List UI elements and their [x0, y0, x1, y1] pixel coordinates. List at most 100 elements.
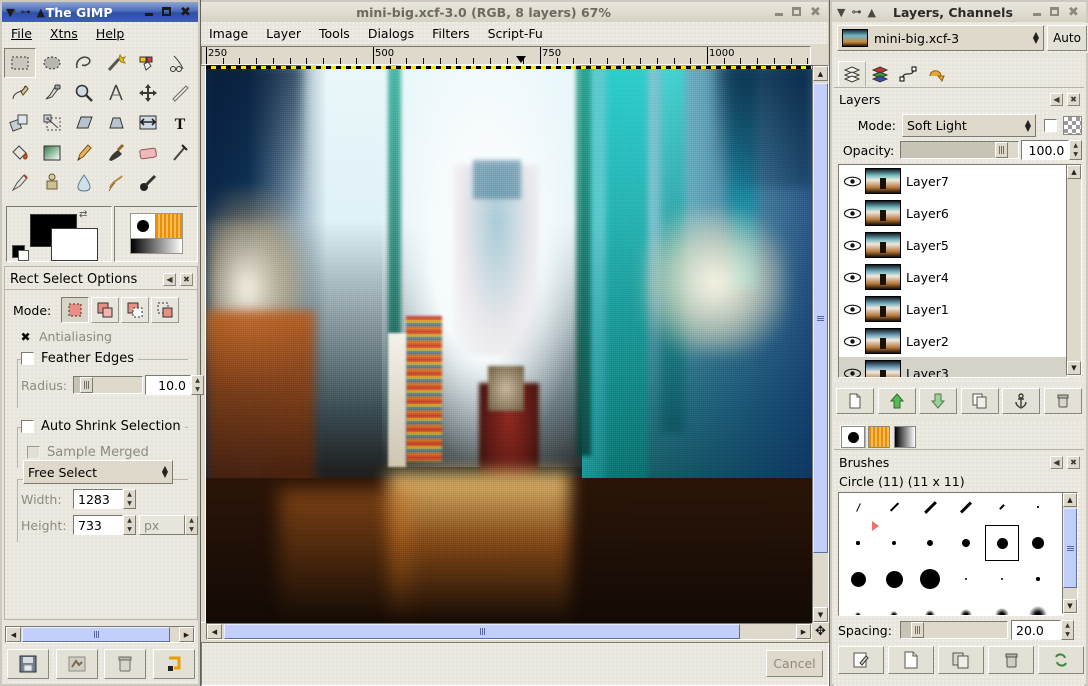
- brush-item[interactable]: [985, 525, 1019, 561]
- tab-layers[interactable]: [838, 61, 866, 87]
- minimize-icon[interactable]: [1032, 7, 1043, 18]
- lock-alpha-checkbox[interactable]: [1044, 119, 1057, 132]
- refresh-brushes-button[interactable]: [1038, 646, 1084, 674]
- color-picker-tool[interactable]: [36, 78, 68, 108]
- layers-list-vscrollbar[interactable]: ▲ ▼: [1066, 164, 1082, 376]
- shade-up-icon[interactable]: ▲: [867, 6, 875, 19]
- width-field[interactable]: 1283: [73, 489, 123, 509]
- bucket-fill-tool[interactable]: [4, 138, 36, 168]
- layers-buttonbar[interactable]: [836, 386, 1082, 416]
- table-row[interactable]: Layer2: [839, 325, 1067, 357]
- minimize-icon[interactable]: [774, 7, 785, 18]
- width-spinner[interactable]: ▲▼: [123, 489, 136, 509]
- scale-tool[interactable]: [36, 108, 68, 138]
- tool-palette[interactable]: T: [2, 45, 198, 202]
- auto-follow-button[interactable]: Auto: [1047, 25, 1087, 51]
- menu-filters[interactable]: Filters: [423, 24, 478, 43]
- radius-value-field[interactable]: 10.0: [145, 375, 191, 395]
- brush-item[interactable]: [913, 525, 947, 561]
- background-color-swatch[interactable]: [51, 228, 98, 261]
- table-row[interactable]: Layer1: [839, 293, 1067, 325]
- feather-row[interactable]: Feather Edges: [21, 351, 138, 366]
- table-row[interactable]: Layer7: [839, 165, 1067, 197]
- toolbox-menubar[interactable]: File Xtns Help: [2, 22, 198, 44]
- brush-item[interactable]: [949, 561, 983, 597]
- tool-options-buttonbar[interactable]: [4, 645, 198, 683]
- brush-item[interactable]: [913, 597, 947, 616]
- tab-menu-button[interactable]: ◀: [1050, 93, 1063, 106]
- scroll-up-button[interactable]: ▲: [1063, 493, 1077, 507]
- scroll-down-button[interactable]: ▼: [813, 607, 828, 622]
- shear-tool[interactable]: [68, 108, 100, 138]
- close-tab-button[interactable]: ✖: [1067, 93, 1080, 106]
- edit-brush-button[interactable]: [838, 646, 884, 674]
- brush-item[interactable]: [877, 561, 911, 597]
- spacing-spinner[interactable]: ▲▼: [1061, 620, 1074, 640]
- menu-dialogs[interactable]: Dialogs: [359, 24, 423, 43]
- duplicate-brush-button[interactable]: [938, 646, 984, 674]
- table-row[interactable]: Layer6: [839, 197, 1067, 229]
- dock-tabs[interactable]: [834, 58, 1084, 88]
- brush-item[interactable]: [913, 492, 947, 525]
- radius-spinner[interactable]: ▲▼: [191, 375, 204, 395]
- rect-select-tool[interactable]: [4, 48, 36, 78]
- paths-tool[interactable]: [4, 78, 36, 108]
- select-by-color-tool[interactable]: [132, 48, 164, 78]
- shade-up-icon[interactable]: ▲: [36, 6, 44, 19]
- image-menubar[interactable]: Image Layer Tools Dialogs Filters Script…: [200, 22, 828, 44]
- flip-tool[interactable]: [132, 108, 164, 138]
- maximize-icon[interactable]: [162, 7, 173, 18]
- hscroll-thumb[interactable]: [224, 624, 740, 639]
- layer-visibility-toggle[interactable]: [839, 368, 865, 379]
- eraser-tool[interactable]: [132, 138, 164, 168]
- opacity-row[interactable]: Opacity: 100.0 ▲▼: [838, 140, 1082, 160]
- maximize-icon[interactable]: [792, 7, 803, 18]
- height-row[interactable]: Height: 733 ▲▼ px ▲▼: [21, 515, 198, 535]
- brush-item[interactable]: [877, 597, 911, 616]
- menu-help[interactable]: Help: [87, 24, 134, 43]
- titlebar-left-controls[interactable]: ▼ ⊶ ▲: [6, 4, 64, 20]
- vscroll-thumb[interactable]: [1063, 508, 1077, 588]
- rotate-tool[interactable]: [4, 108, 36, 138]
- radius-row[interactable]: Radius: 10.0 ▲▼: [21, 375, 204, 395]
- vscroll-trough[interactable]: [1067, 179, 1081, 361]
- vscroll-trough[interactable]: [1063, 507, 1077, 599]
- raise-layer-button[interactable]: [878, 388, 916, 414]
- close-tab-button[interactable]: ✖: [1067, 456, 1080, 469]
- menu-layer[interactable]: Layer: [257, 24, 310, 43]
- active-brush-indicator[interactable]: [130, 213, 156, 239]
- opacity-spinner[interactable]: ▲▼: [1069, 140, 1082, 160]
- subtract-mode[interactable]: [121, 297, 149, 323]
- opacity-slider[interactable]: [900, 141, 1018, 159]
- feather-checkbox[interactable]: [21, 352, 34, 365]
- height-field[interactable]: 733: [73, 515, 123, 535]
- brush-item[interactable]: [1021, 492, 1055, 525]
- anchor-layer-button[interactable]: [1002, 388, 1040, 414]
- lower-layer-button[interactable]: [919, 388, 957, 414]
- brush-item[interactable]: [985, 597, 1019, 616]
- spacing-slider[interactable]: [900, 621, 1008, 639]
- scroll-down-button[interactable]: ▼: [1063, 599, 1077, 613]
- tab-patterns[interactable]: [866, 425, 892, 449]
- brush-item[interactable]: [985, 561, 1019, 597]
- layer-visibility-toggle[interactable]: [839, 304, 865, 315]
- canvas-vscrollbar[interactable]: ▲ ▼: [812, 65, 829, 623]
- new-layer-button[interactable]: [836, 388, 874, 414]
- layer-mode-combo[interactable]: Soft Light ▲▼: [902, 114, 1036, 137]
- maximize-icon[interactable]: [1050, 7, 1061, 18]
- clone-tool[interactable]: [36, 168, 68, 198]
- brush-pattern-gradient-area[interactable]: [114, 206, 198, 262]
- save-tool-options-button[interactable]: [7, 649, 49, 679]
- vscroll-trough[interactable]: [813, 81, 828, 607]
- close-icon[interactable]: ✖: [810, 7, 821, 18]
- close-tab-button[interactable]: ✖: [180, 273, 193, 286]
- brush-item[interactable]: [1021, 597, 1055, 616]
- tool-options-hscrollbar[interactable]: ◀ ▶: [5, 626, 195, 643]
- tab-gradients[interactable]: [892, 425, 918, 449]
- cancel-button[interactable]: Cancel: [766, 650, 823, 677]
- restore-tool-options-button[interactable]: [56, 649, 98, 679]
- delete-layer-button[interactable]: [1044, 388, 1082, 414]
- ellipse-select-tool[interactable]: [36, 48, 68, 78]
- brush-item[interactable]: [841, 597, 875, 616]
- auto-shrink-row[interactable]: Auto Shrink Selection: [21, 419, 185, 434]
